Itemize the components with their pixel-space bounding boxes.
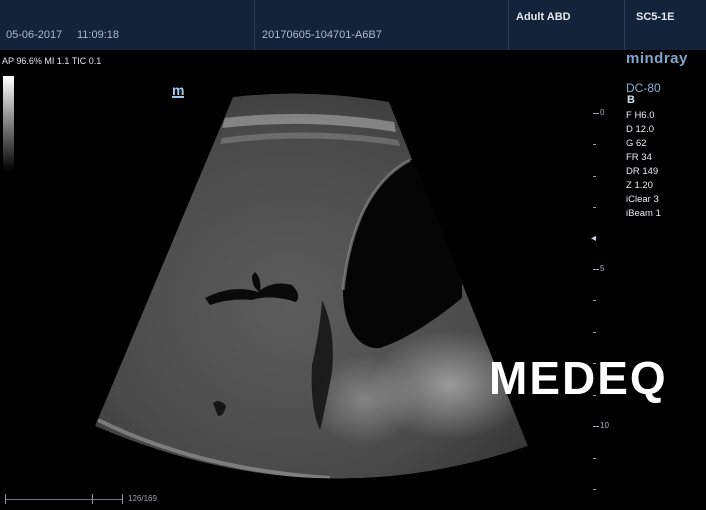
- scale-tick: [593, 144, 596, 145]
- param-frame-rate: FR 34: [626, 152, 652, 163]
- param-dynamic-range: DR 149: [626, 166, 659, 177]
- scale-label-10: 10: [600, 421, 609, 430]
- cine-track[interactable]: [5, 499, 123, 500]
- scale-tick: [593, 207, 596, 208]
- param-zoom: Z 1.20: [626, 180, 653, 191]
- param-iclear: iClear 3: [626, 194, 659, 205]
- param-gain: G 62: [626, 138, 647, 149]
- scale-tick: [593, 489, 596, 490]
- scale-tick: [593, 113, 599, 114]
- scale-tick: [593, 458, 596, 459]
- cine-end-marker: [122, 494, 123, 504]
- cine-frame-counter: 126/169: [128, 494, 157, 503]
- scale-tick: [593, 269, 599, 270]
- brand-logo: mindray: [626, 50, 688, 67]
- param-frequency: F H6.0: [626, 110, 655, 121]
- system-model: DC-80: [626, 81, 661, 95]
- scale-tick: [593, 426, 599, 427]
- scale-label-0: 0: [600, 108, 605, 117]
- scale-tick: [593, 332, 596, 333]
- param-ibeam: iBeam 1: [626, 208, 661, 219]
- param-depth: D 12.0: [626, 124, 654, 135]
- focus-position-marker[interactable]: ◂: [591, 233, 596, 244]
- imaging-mode: B: [627, 94, 635, 106]
- scan-sector: [95, 93, 528, 479]
- cine-start-marker: [5, 494, 6, 504]
- watermark: MEDEQ: [489, 352, 668, 404]
- scale-label-5: 5: [600, 264, 605, 273]
- cine-position-marker[interactable]: [92, 494, 93, 504]
- ultrasound-image: [95, 93, 528, 479]
- scale-tick: [593, 300, 596, 301]
- scale-tick: [593, 176, 596, 177]
